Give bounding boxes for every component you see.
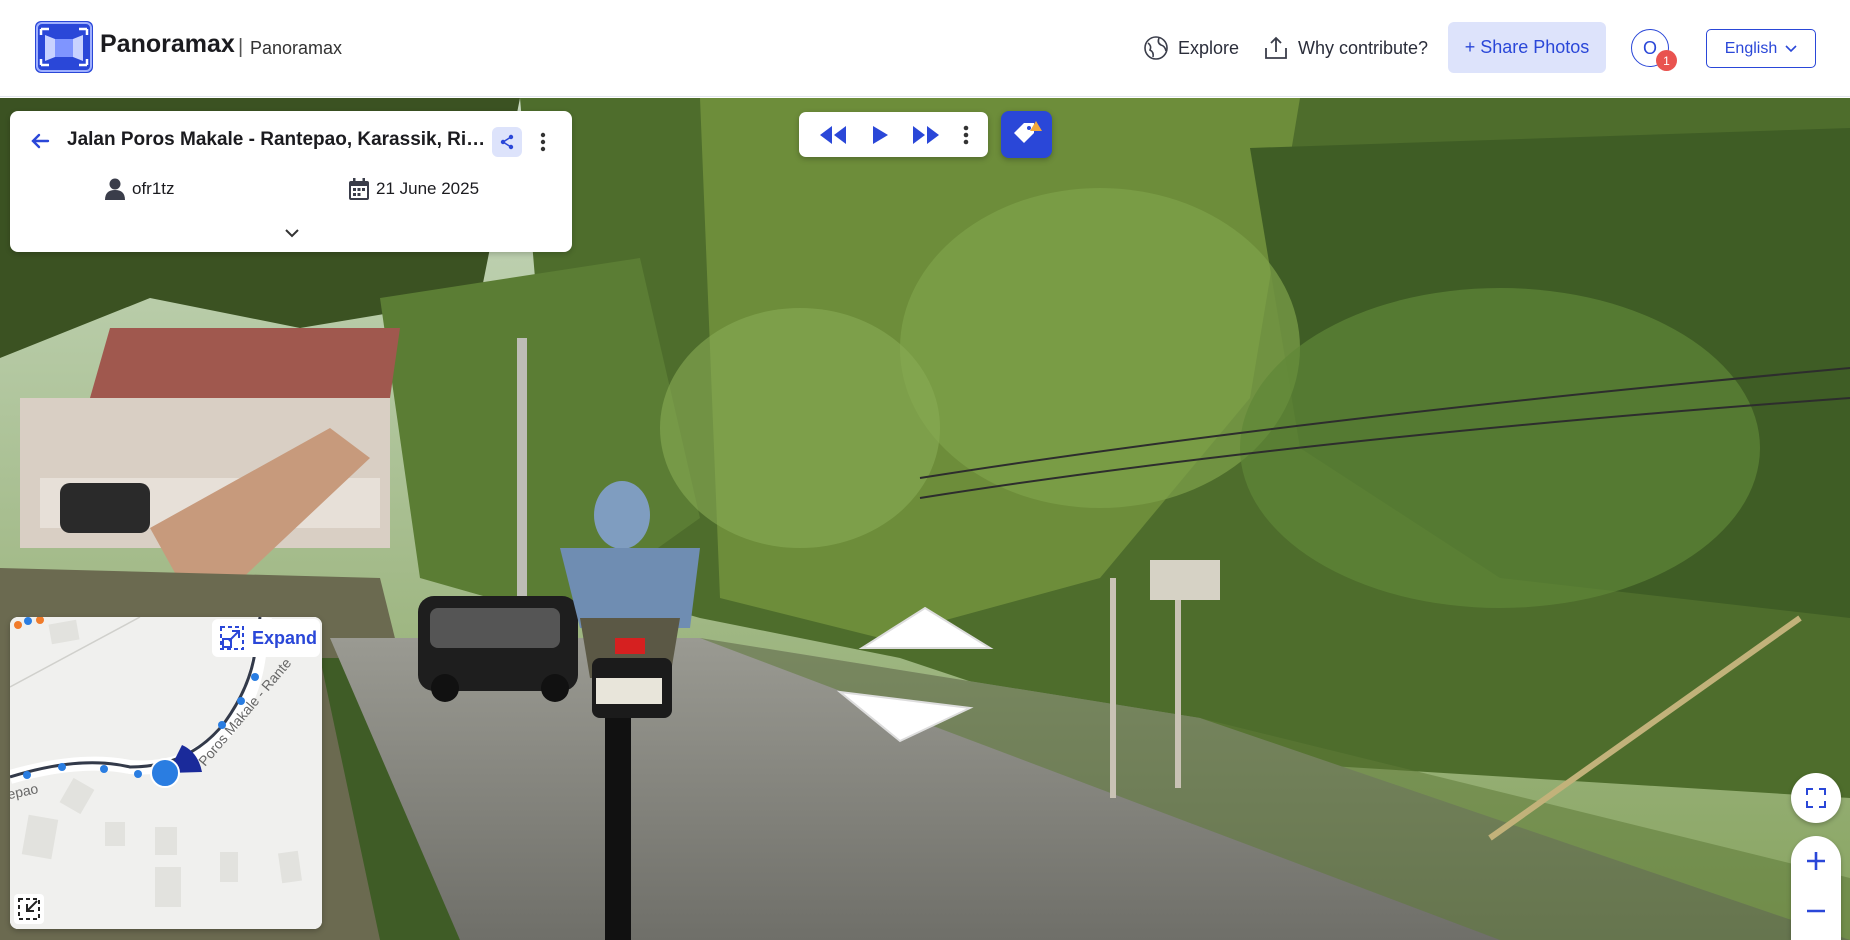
nav-why-contribute-label: Why contribute? — [1298, 37, 1429, 58]
capture-date: 21 June 2025 — [348, 177, 479, 201]
fullscreen-button[interactable] — [1791, 773, 1841, 823]
nav-why-contribute[interactable]: Why contribute? — [1262, 34, 1428, 62]
playback-options-button[interactable] — [963, 124, 969, 146]
expand-icon — [220, 626, 244, 650]
language-select[interactable]: English — [1706, 29, 1816, 68]
fullscreen-icon — [1806, 788, 1826, 808]
capture-date-text: 21 June 2025 — [376, 179, 480, 198]
share-photos-button[interactable]: + Share Photos — [1448, 22, 1606, 73]
user-icon — [105, 178, 125, 200]
author-name: ofr1tz — [132, 179, 175, 198]
photo-info-card: Jalan Poros Makale - Rantepao, Karassik,… — [10, 111, 572, 252]
notification-badge: 1 — [1656, 50, 1677, 71]
minus-icon — [1807, 909, 1825, 913]
panoramax-logo[interactable] — [35, 21, 93, 73]
globe-icon — [1144, 36, 1168, 60]
brand-name[interactable]: Panoramax — [100, 30, 235, 59]
play-icon — [872, 125, 888, 144]
minimap[interactable]: Poros Makale - Rante epao — [10, 617, 322, 929]
expand-map-button[interactable]: Expand — [212, 619, 320, 657]
tag-warning-icon — [1013, 120, 1042, 143]
minimap-canvas: Poros Makale - Rante epao — [10, 617, 322, 929]
zoom-in-button[interactable] — [1791, 836, 1841, 886]
semantic-tags-button[interactable] — [1001, 111, 1052, 158]
plus-icon — [1807, 852, 1825, 870]
chevron-down-icon[interactable] — [282, 225, 302, 241]
zoom-controls — [1791, 836, 1841, 940]
vertical-dots-icon — [963, 125, 969, 144]
sequence-playback-controls — [799, 112, 988, 157]
calendar-icon — [349, 178, 369, 200]
more-options-button[interactable] — [532, 127, 554, 157]
upload-icon — [1265, 36, 1287, 59]
minimize-icon — [18, 898, 40, 920]
share-button[interactable] — [492, 127, 522, 157]
play-button[interactable] — [870, 124, 890, 146]
zoom-out-button[interactable] — [1791, 886, 1841, 936]
previous-button[interactable] — [818, 124, 848, 146]
author-info[interactable]: ofr1tz — [104, 177, 175, 201]
language-label: English — [1724, 39, 1778, 57]
chevron-down-icon — [1785, 44, 1797, 52]
top-header: Panoramax | Panoramax Explore Why contri… — [0, 0, 1850, 97]
fast-forward-icon — [913, 125, 940, 144]
brand-subtitle[interactable]: Panoramax — [250, 38, 342, 59]
brand-separator: | — [238, 36, 244, 58]
back-arrow-icon[interactable] — [28, 129, 52, 153]
nav-explore-label: Explore — [1178, 37, 1240, 58]
vertical-dots-icon — [540, 132, 546, 152]
expand-label: Expand — [252, 627, 318, 648]
rewind-icon — [819, 125, 846, 144]
minimize-map-button[interactable] — [14, 894, 44, 924]
next-button[interactable] — [911, 124, 941, 146]
share-icon — [500, 134, 514, 150]
photo-location-title: Jalan Poros Makale - Rantepao, Karassik,… — [67, 129, 487, 150]
nav-explore[interactable]: Explore — [1142, 34, 1239, 62]
